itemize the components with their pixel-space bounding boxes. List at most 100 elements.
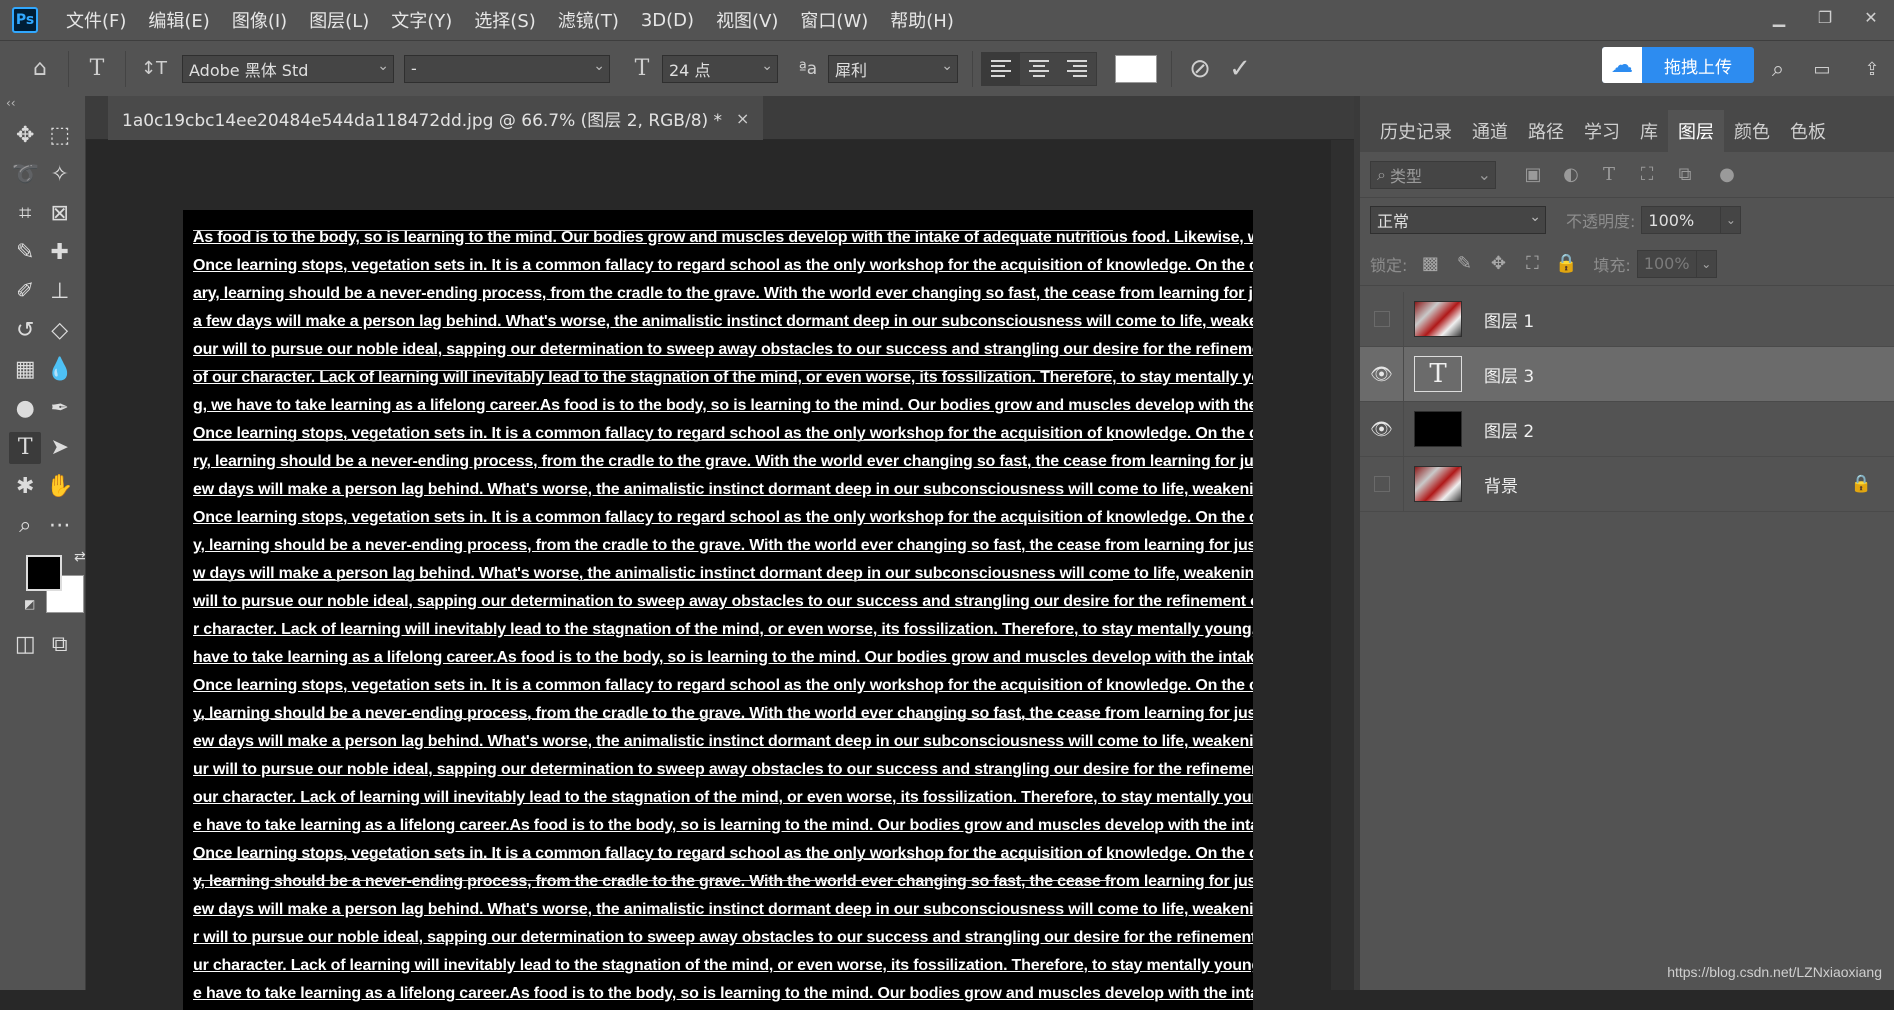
search-icon[interactable]: ⌕	[1758, 49, 1798, 89]
menu-window[interactable]: 窗口(W)	[800, 7, 868, 33]
lasso-tool-icon[interactable]: ➰	[9, 159, 41, 191]
shape-tool-icon[interactable]: ✱	[9, 471, 41, 503]
chevron-down-icon[interactable]: ⌄	[1697, 250, 1717, 278]
type-tool-preset-icon[interactable]: T	[77, 49, 117, 89]
layer-row-background[interactable]: 背景 🔒	[1360, 457, 1894, 512]
close-icon[interactable]: ×	[736, 109, 749, 128]
lock-artboard-icon[interactable]: ⛶	[1515, 253, 1549, 274]
tab-color[interactable]: 颜色	[1724, 110, 1780, 152]
home-icon[interactable]: ⌂	[20, 49, 60, 89]
more-tools-icon[interactable]: ⋯	[44, 510, 76, 542]
filter-pixel-icon[interactable]: ▣	[1516, 164, 1550, 185]
tab-history[interactable]: 历史记录	[1370, 110, 1462, 152]
healing-brush-tool-icon[interactable]: ✚	[44, 237, 76, 269]
commit-check-icon[interactable]: ✓	[1220, 49, 1260, 89]
vertical-scrollbar[interactable]	[1331, 140, 1354, 990]
tab-layers[interactable]: 图层	[1668, 110, 1724, 152]
visibility-toggle[interactable]	[1360, 457, 1404, 511]
font-style-select[interactable]: -⌄	[404, 55, 610, 83]
blend-mode-select[interactable]: 正常⌄	[1370, 206, 1546, 234]
frame-tool-icon[interactable]: ⊠	[44, 198, 76, 230]
restore-icon[interactable]: ❐	[1802, 0, 1848, 34]
path-selection-tool-icon[interactable]: ➤	[44, 432, 76, 464]
brush-tool-icon[interactable]: ✐	[9, 276, 41, 308]
tab-channels[interactable]: 通道	[1462, 110, 1518, 152]
align-left-button[interactable]	[982, 53, 1020, 85]
pen-tool-icon[interactable]: ✒	[44, 393, 76, 425]
menu-layer[interactable]: 图层(L)	[309, 7, 369, 33]
lock-position-icon[interactable]: ✥	[1481, 253, 1515, 274]
foreground-color-swatch[interactable]	[26, 555, 62, 591]
upload-button[interactable]: ☁ 拖拽上传	[1602, 47, 1754, 83]
filter-smart-object-icon[interactable]: ⧉	[1668, 164, 1702, 185]
lock-all-icon[interactable]: 🔒	[1549, 253, 1583, 274]
menu-filter[interactable]: 滤镜(T)	[558, 7, 619, 33]
document-title: 1a0c19cbc14ee20484e544da118472dd.jpg @ 6…	[122, 106, 722, 131]
tab-swatches[interactable]: 色板	[1780, 110, 1836, 152]
quick-mask-icon[interactable]: ◫	[9, 629, 41, 661]
zoom-tool-icon[interactable]: ⌕	[9, 510, 41, 542]
blur-tool-icon[interactable]: 💧	[44, 354, 76, 386]
stamp-tool-icon[interactable]: ⊥	[44, 276, 76, 308]
align-center-button[interactable]	[1020, 53, 1058, 85]
menu-type[interactable]: 文字(Y)	[391, 7, 452, 33]
default-colors-icon[interactable]: ◩	[24, 597, 35, 611]
close-window-icon[interactable]: ✕	[1848, 0, 1894, 34]
layer-row-1[interactable]: 图层 1	[1360, 292, 1894, 347]
font-family-select[interactable]: Adobe 黑体 Std⌄	[182, 55, 394, 83]
collapse-icon[interactable]: ‹‹	[0, 96, 85, 116]
filter-adjustment-icon[interactable]: ◐	[1554, 164, 1588, 185]
visibility-toggle[interactable]: 👁	[1360, 402, 1404, 456]
eraser-tool-icon[interactable]: ◇	[44, 315, 76, 347]
dodge-tool-icon[interactable]: ●	[9, 393, 41, 425]
menu-image[interactable]: 图像(I)	[232, 7, 287, 33]
eyedropper-tool-icon[interactable]: ✎	[9, 237, 41, 269]
magic-wand-tool-icon[interactable]: ✧	[44, 159, 76, 191]
crop-tool-icon[interactable]: ⌗	[9, 198, 41, 230]
workspace-icon[interactable]: ▭	[1802, 49, 1842, 89]
hand-tool-icon[interactable]: ✋	[44, 471, 76, 503]
antialias-select[interactable]: 犀利⌄	[828, 55, 958, 83]
share-icon[interactable]: ⇪	[1852, 49, 1892, 89]
chevron-down-icon[interactable]: ⌄	[1721, 206, 1741, 234]
marquee-tool-icon[interactable]: ⬚	[44, 120, 76, 152]
screen-mode-icon[interactable]: ⧉	[44, 629, 76, 661]
gradient-tool-icon[interactable]: ▦	[9, 354, 41, 386]
text-color-swatch[interactable]	[1115, 55, 1157, 83]
filter-kind-select[interactable]: ⌕ 类型 ⌄	[1370, 161, 1496, 189]
filter-shape-icon[interactable]: ⛶	[1630, 164, 1664, 185]
menu-help[interactable]: 帮助(H)	[890, 7, 954, 33]
tab-learn[interactable]: 学习	[1574, 110, 1630, 152]
filter-type-icon[interactable]: T	[1592, 164, 1626, 185]
lock-image-icon[interactable]: ✎	[1447, 253, 1481, 274]
cancel-icon[interactable]: ⊘	[1180, 49, 1220, 89]
swap-colors-icon[interactable]: ⇄	[74, 549, 86, 565]
visibility-toggle[interactable]	[1360, 292, 1404, 346]
divider	[68, 51, 69, 87]
document-tab[interactable]: 1a0c19cbc14ee20484e544da118472dd.jpg @ 6…	[108, 96, 763, 140]
tab-libraries[interactable]: 库	[1630, 110, 1668, 152]
tab-paths[interactable]: 路径	[1518, 110, 1574, 152]
fill-input[interactable]: 100%	[1637, 250, 1697, 278]
text-layer-content[interactable]: As food is to the body, so is learning t…	[193, 224, 1253, 1008]
text-orientation-icon[interactable]: ↕T	[134, 49, 174, 89]
history-brush-tool-icon[interactable]: ↺	[9, 315, 41, 347]
opacity-input[interactable]: 100%	[1641, 206, 1721, 234]
layer-row-3[interactable]: 👁 T 图层 3	[1360, 347, 1894, 402]
align-right-button[interactable]	[1058, 53, 1096, 85]
menu-file[interactable]: 文件(F)	[66, 7, 126, 33]
type-tool-icon[interactable]: T	[9, 432, 41, 464]
minimize-icon[interactable]: ▁	[1756, 0, 1802, 34]
canvas[interactable]: As food is to the body, so is learning t…	[183, 210, 1253, 1010]
menu-view[interactable]: 视图(V)	[716, 7, 778, 33]
menu-3d[interactable]: 3D(D)	[641, 10, 694, 31]
lock-transparent-icon[interactable]: ▩	[1413, 253, 1447, 274]
menu-edit[interactable]: 编辑(E)	[148, 7, 209, 33]
move-tool-icon[interactable]: ✥	[9, 120, 41, 152]
font-size-select[interactable]: 24 点⌄	[662, 55, 778, 83]
filter-toggle-icon[interactable]: ●	[1710, 164, 1744, 185]
layer-row-2[interactable]: 👁 图层 2	[1360, 402, 1894, 457]
layer-name: 图层 1	[1484, 307, 1534, 332]
menu-select[interactable]: 选择(S)	[474, 7, 535, 33]
visibility-toggle[interactable]: 👁	[1360, 347, 1404, 401]
